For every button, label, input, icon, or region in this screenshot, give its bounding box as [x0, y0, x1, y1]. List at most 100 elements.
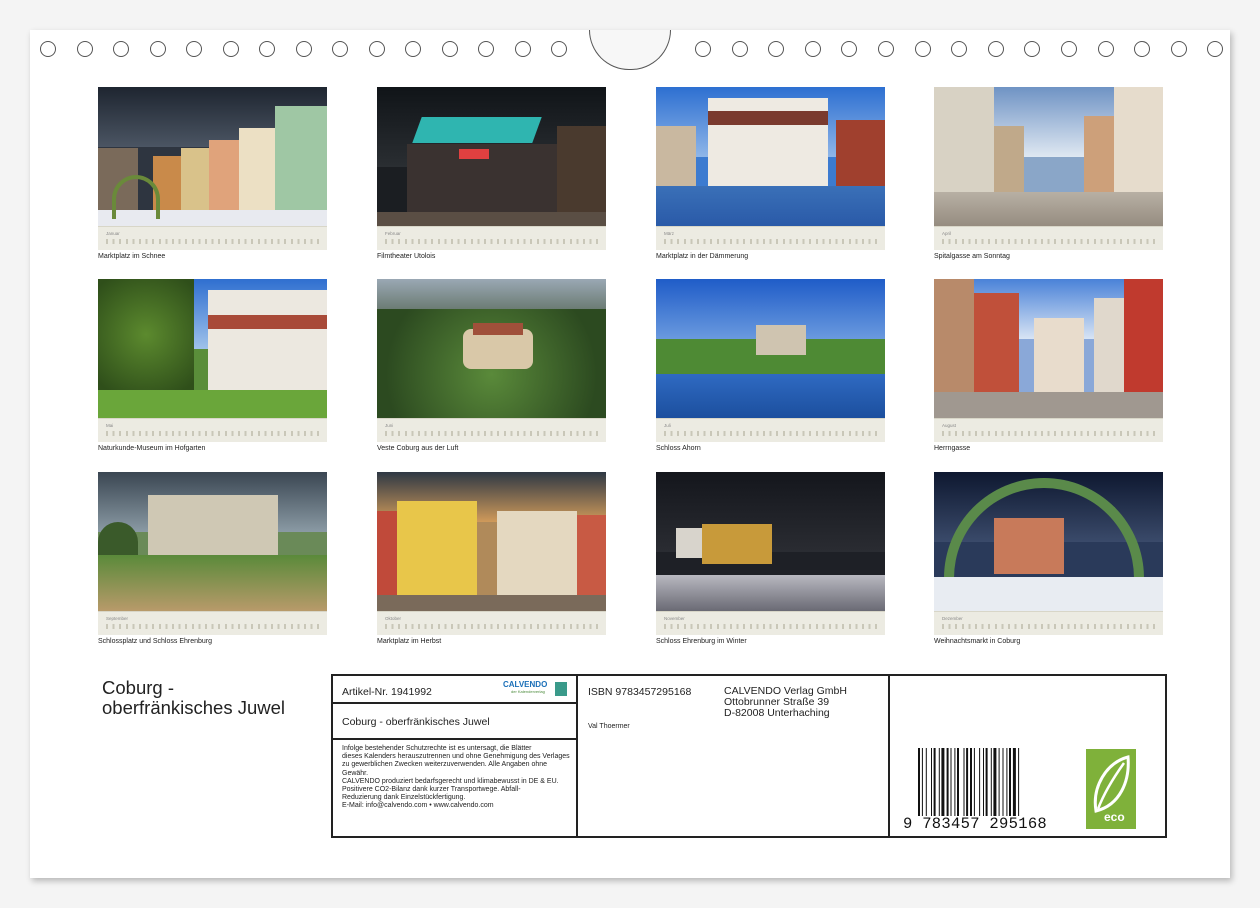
author: Val Thoermer [588, 723, 630, 730]
month-thumb-march: März Marktplatz in der Dämmerung [656, 87, 885, 260]
photo-caption: Schlossplatz und Schloss Ehrenburg [98, 638, 213, 645]
binding-ring [40, 41, 56, 57]
photo-caption: Veste Coburg aus der Luft [377, 445, 459, 452]
photo-caption: Schloss Ehrenburg im Winter [656, 638, 747, 645]
binding-ring [551, 41, 567, 57]
month-label: September [106, 616, 129, 621]
binding-ring [222, 41, 239, 57]
binding-ring [514, 41, 531, 57]
month-thumb-january: Januar Marktplatz im Schnee [98, 87, 327, 260]
barcode [918, 748, 1020, 816]
binding-ring [914, 41, 931, 57]
month-label: Juli [664, 423, 671, 428]
binding-ring [332, 41, 348, 57]
barcode-bar [921, 748, 923, 816]
month-photo [934, 279, 1163, 418]
month-label: August [942, 423, 957, 428]
photo-caption: Naturkunde-Museum im Hofgarten [98, 445, 206, 452]
legal-line: Gewähr. [342, 769, 369, 777]
binding-ring [113, 41, 129, 57]
barcode-bar [1018, 748, 1020, 816]
month-label: Mai [106, 423, 114, 428]
calendar-strip: August [934, 418, 1163, 442]
calendar-strip: Februar [377, 226, 606, 250]
photo-caption: Schloss Ahorn [656, 445, 701, 452]
calvendo-logo-sub: der Kalenderverlag [511, 689, 545, 694]
month-label: April [942, 231, 952, 236]
barcode-bar [931, 748, 932, 816]
barcode-bar [1006, 748, 1008, 816]
binding-ring [987, 41, 1004, 57]
calendar-strip: November [656, 611, 885, 635]
publisher-city: D-82008 Unterhaching [724, 707, 830, 719]
binding-ring [1134, 41, 1151, 57]
month-photo [656, 279, 885, 418]
binding-ring [731, 41, 748, 57]
photo-caption: Weihnachtsmarkt in Coburg [934, 638, 1021, 645]
title-line-2: oberfränkisches Juwel [102, 697, 286, 718]
title-cell: Coburg - oberfränkisches Juwel [333, 704, 578, 740]
barcode-bar [925, 748, 927, 816]
binding-ring [951, 41, 968, 57]
barcode-bar [941, 748, 945, 816]
binding-ring [1024, 41, 1041, 57]
binding-ring [186, 41, 202, 57]
binding-ring [768, 41, 785, 57]
month-photo [656, 472, 885, 611]
isbn: ISBN 9783457295168 [588, 686, 692, 698]
month-thumb-september: September Schlossplatz und Schloss Ehren… [98, 472, 327, 645]
month-label: November [664, 616, 685, 621]
binding-ring [76, 41, 93, 57]
barcode-bar [993, 748, 997, 816]
month-photo [934, 87, 1163, 226]
barcode-bar [954, 748, 956, 816]
binding-ring [295, 41, 312, 57]
photo-caption: Filmtheater Utolois [377, 253, 436, 260]
month-label: Januar [106, 231, 120, 236]
legal-text: Infolge bestehender Schutzrechte ist es … [342, 745, 570, 811]
month-thumb-october: Oktober Marktplatz im Herbst [377, 472, 606, 645]
month-thumb-november: November Schloss Ehrenburg im Winter [656, 472, 885, 645]
barcode-bar [983, 748, 984, 816]
binding-ring [1061, 41, 1077, 57]
legal-line: Reduzierung dank Einzelstückfertigung. [342, 794, 466, 802]
eco-label: eco [1104, 810, 1125, 824]
binding-ring [878, 41, 894, 57]
binding-ring [368, 41, 385, 57]
month-label: Juni [385, 423, 394, 428]
binding-ring [478, 41, 494, 57]
barcode-bar [1002, 748, 1004, 816]
barcode-bar [966, 748, 969, 816]
imprint-title: Coburg - oberfränkisches Juwel [342, 716, 490, 728]
month-photo [377, 87, 606, 226]
legal-line: Positivere CO2-Bilanz dank kurzer Transp… [342, 786, 521, 794]
barcode-number: 9 783457 295168 [903, 815, 1048, 833]
binding-ring [441, 41, 458, 57]
month-thumb-july: Juli Schloss Ahorn [656, 279, 885, 452]
binding-ring [1170, 41, 1187, 57]
barcode-bar [950, 748, 952, 816]
calendar-strip: Juli [656, 418, 885, 442]
barcode-bar [918, 748, 920, 816]
barcode-bar [998, 748, 1000, 816]
month-label: März [664, 231, 674, 236]
calendar-strip: Januar [98, 226, 327, 250]
legal-line: dieses Kalenders herauszutrennen und ohn… [342, 753, 570, 761]
month-photo [98, 472, 327, 611]
barcode-bar [957, 748, 959, 816]
binding-ring [695, 41, 711, 57]
barcode-bar [973, 748, 975, 816]
barcode-bar [946, 748, 949, 816]
barcode-bar [970, 748, 972, 816]
calendar-strip: Oktober [377, 611, 606, 635]
calendar-strip: Juni [377, 418, 606, 442]
binding-ring [1097, 41, 1114, 57]
isbn-cell: ISBN 9783457295168 Val Thoermer CALVENDO… [578, 676, 890, 838]
title-line-1: Coburg - [102, 677, 174, 698]
binding-ring [405, 41, 421, 57]
article-cell: Artikel-Nr. 1941992 CALVENDO der Kalende… [333, 676, 578, 704]
binding-ring [259, 41, 275, 57]
binding-ring [804, 41, 821, 57]
calvendo-logo: CALVENDO [503, 680, 548, 689]
photo-caption: Marktplatz in der Dämmerung [656, 253, 749, 260]
